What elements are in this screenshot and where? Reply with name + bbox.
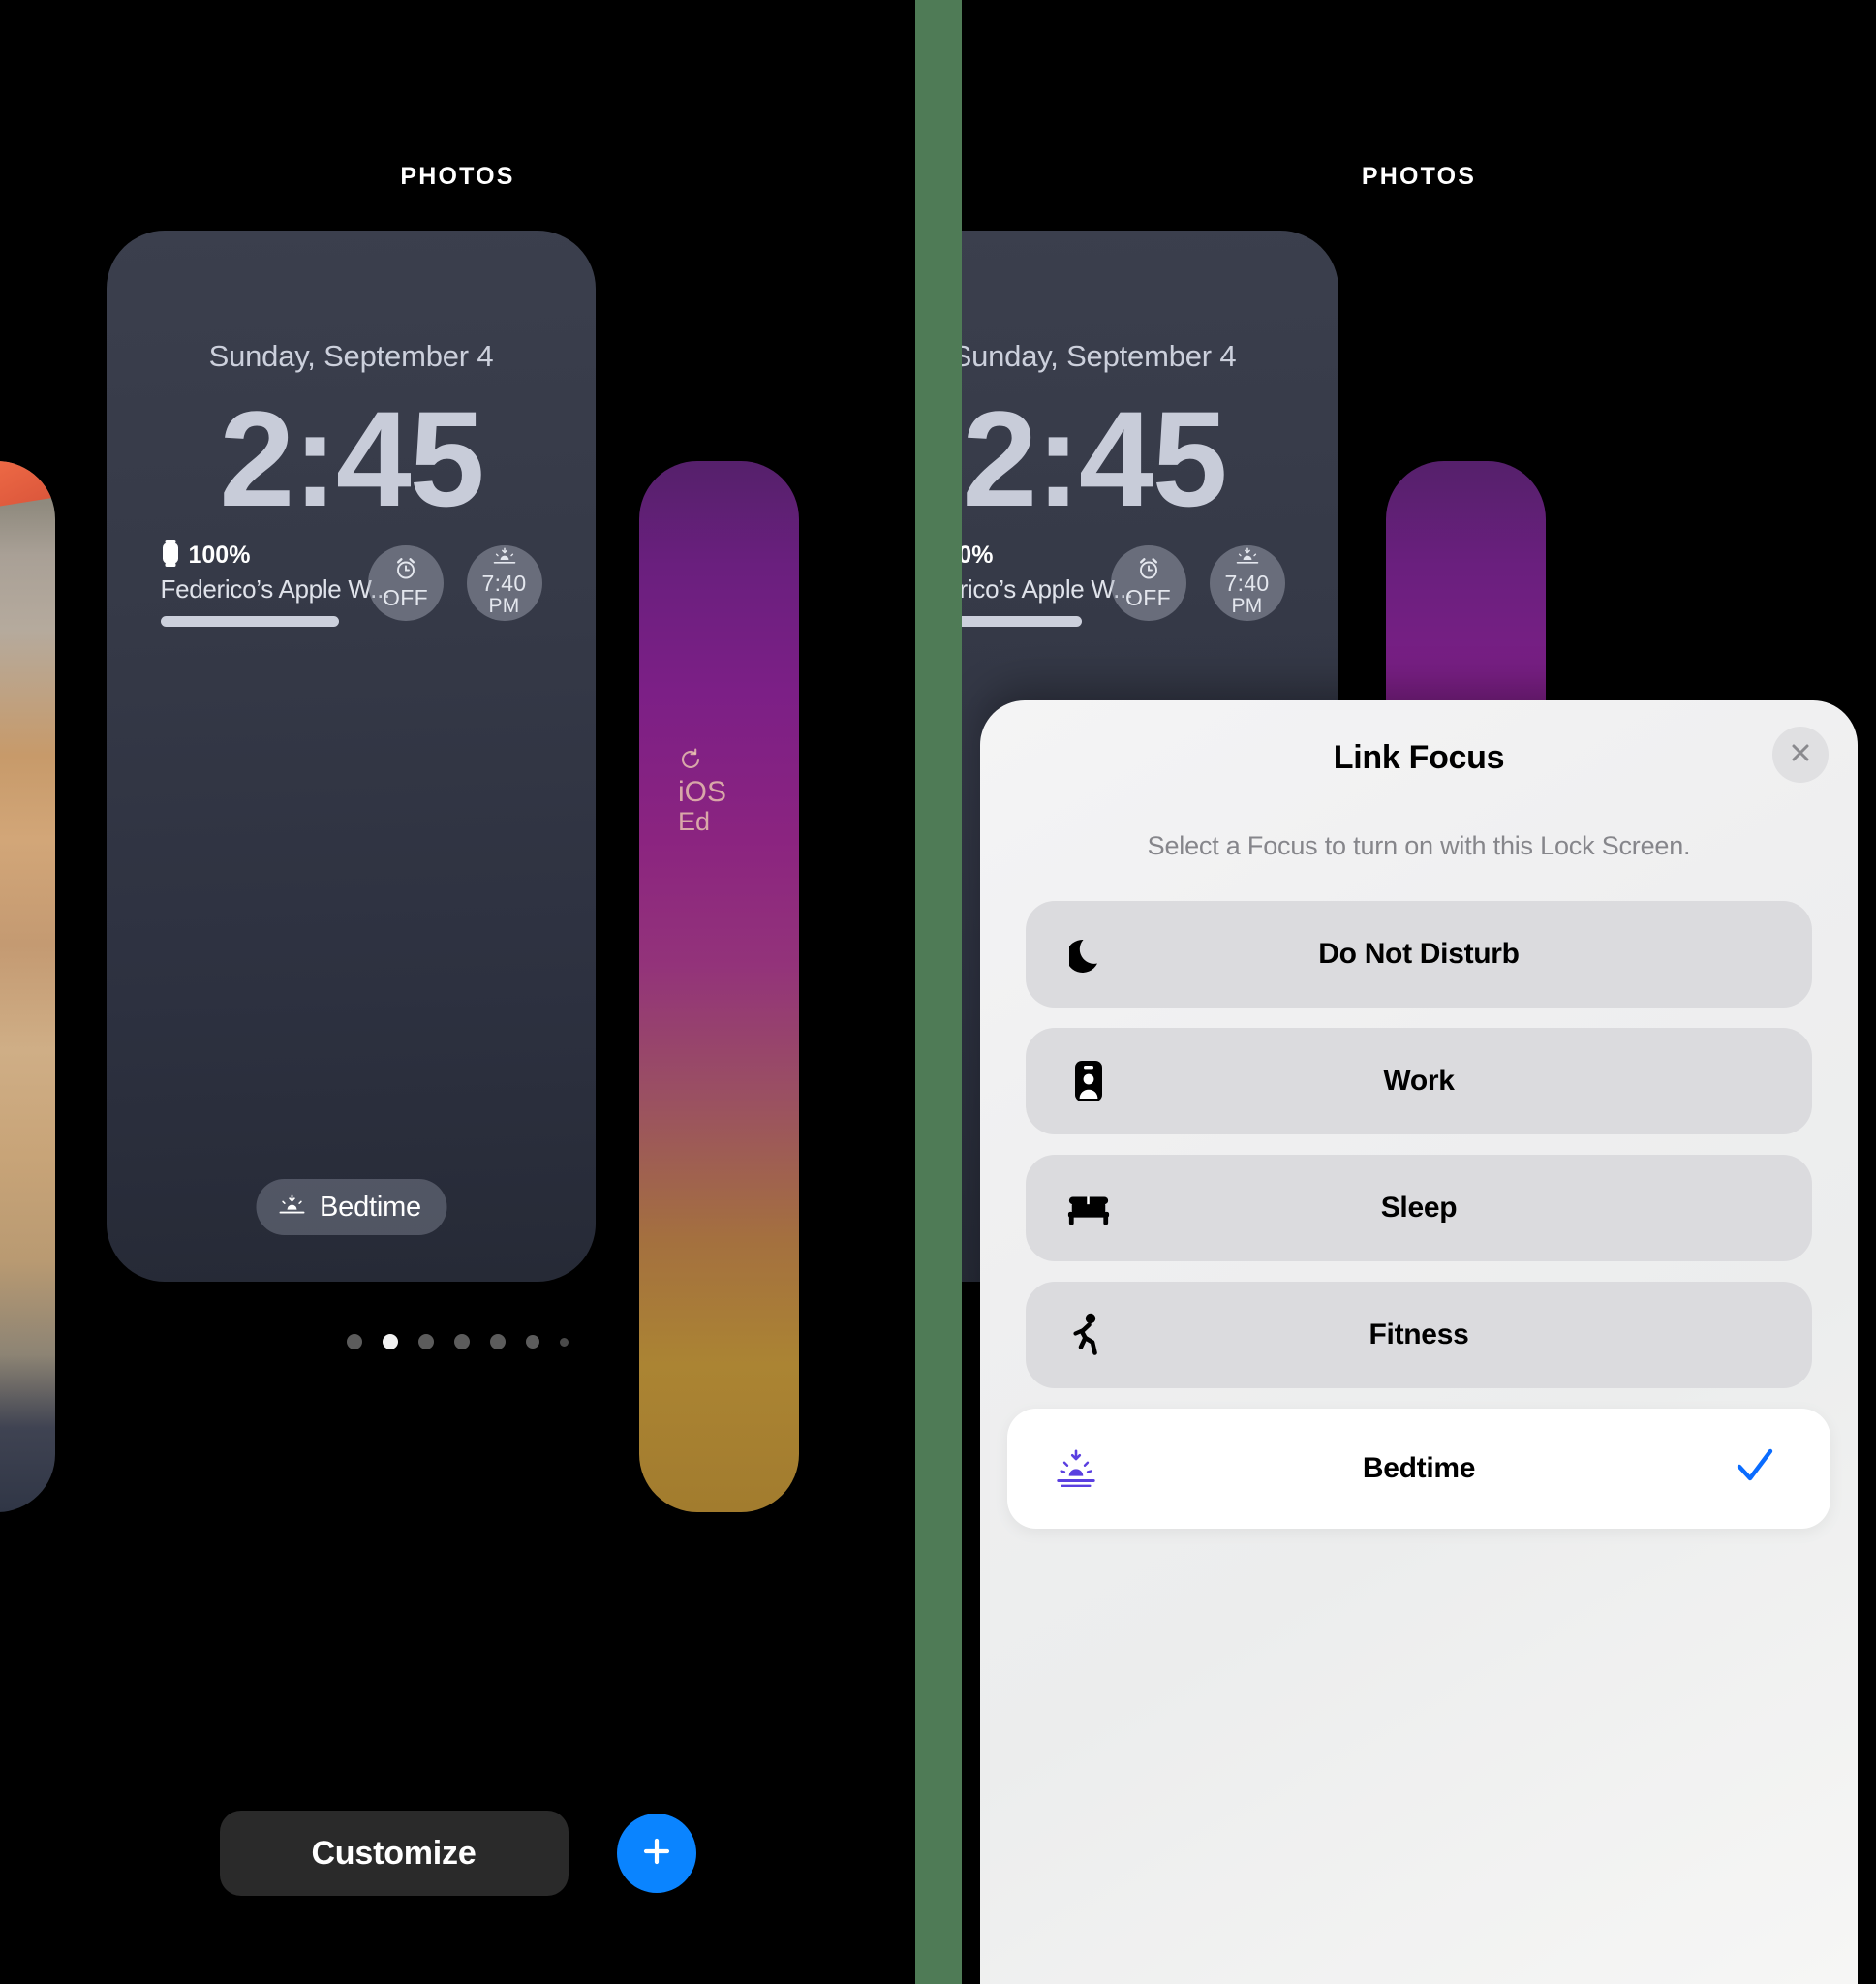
widget-alarm-right[interactable]: OFF xyxy=(1110,544,1186,621)
alarm-clock-icon xyxy=(1136,556,1161,586)
widget-sunset[interactable]: 7:40 PM xyxy=(466,544,542,621)
close-button[interactable] xyxy=(1772,727,1829,783)
close-icon xyxy=(1786,738,1815,772)
screenshot-stage: PHOTOS Sunday, September 4 2:45 100% Fed… xyxy=(0,0,1876,1984)
sunset-icon xyxy=(492,547,517,572)
alarm-state-label: OFF xyxy=(383,584,428,610)
battery-percent-right: 100% xyxy=(962,542,994,569)
lockscreen-date-right: Sunday, September 4 xyxy=(962,339,1237,373)
focus-option-label: Bedtime xyxy=(1362,1452,1476,1484)
focus-option-do-not-disturb[interactable]: Do Not Disturb xyxy=(1026,901,1812,1008)
focus-option-label: Sleep xyxy=(1380,1192,1458,1224)
focus-options-list: Do Not Disturb Work Sleep Fitness Bedtim… xyxy=(980,901,1858,1549)
focus-option-bedtime[interactable]: Bedtime xyxy=(1007,1409,1830,1529)
focus-option-label: Do Not Disturb xyxy=(1318,938,1520,970)
plus-icon xyxy=(637,1832,676,1876)
lockscreen-time: 2:45 xyxy=(219,383,484,535)
widget-alarm[interactable]: OFF xyxy=(367,544,444,621)
link-focus-sheet: Link Focus Select a Focus to turn on wit… xyxy=(980,700,1858,1984)
moon-icon xyxy=(1066,933,1111,976)
focus-option-work[interactable]: Work xyxy=(1026,1028,1812,1134)
battery-level-bar-right xyxy=(962,616,1082,627)
customize-button[interactable]: Customize xyxy=(219,1811,569,1896)
left-panel: PHOTOS Sunday, September 4 2:45 100% Fed… xyxy=(0,0,915,1984)
alarm-clock-icon xyxy=(393,556,418,586)
widget-sunset-right[interactable]: 7:40 PM xyxy=(1209,544,1285,621)
battery-level-bar xyxy=(160,616,339,627)
focus-pill-bedtime[interactable]: Bedtime xyxy=(256,1179,446,1235)
focus-option-label: Fitness xyxy=(1369,1318,1469,1350)
id-badge-icon xyxy=(1066,1059,1111,1103)
lockscreen-time-right: 2:45 xyxy=(962,383,1227,535)
focus-option-fitness[interactable]: Fitness xyxy=(1026,1282,1812,1388)
page-dot-3[interactable] xyxy=(418,1334,434,1349)
alarm-state-label-right: OFF xyxy=(1125,584,1171,610)
sheet-title: Link Focus xyxy=(1333,739,1505,776)
sunset-meridiem: PM xyxy=(488,595,520,618)
apple-watch-icon xyxy=(161,539,180,573)
sheet-subtitle: Select a Focus to turn on with this Lock… xyxy=(1147,831,1691,860)
widget-battery[interactable]: 100% Federico’s Apple W... xyxy=(160,539,391,627)
lock-screen-carousel-left[interactable]: Sunday, September 4 2:45 100% Federico’s… xyxy=(0,231,915,1512)
runner-icon xyxy=(1066,1312,1111,1358)
bottom-action-bar: Customize xyxy=(0,1790,915,1916)
page-dot-4[interactable] xyxy=(454,1334,470,1349)
battery-device-name-right: Federico’s Apple W... xyxy=(962,574,1133,604)
bed-icon xyxy=(1066,1189,1111,1227)
lockscreen-thumbnail-purple[interactable]: iOS Ed xyxy=(639,461,799,1512)
widget-battery-right[interactable]: 100% Federico’s Apple W... xyxy=(962,539,1133,627)
sunset-icon xyxy=(1235,547,1260,572)
add-lockscreen-button[interactable] xyxy=(616,1814,696,1893)
panel-divider xyxy=(915,0,962,1984)
lockscreen-widget-row-right[interactable]: 100% Federico’s Apple W... OFF xyxy=(962,539,1338,627)
battery-device-name: Federico’s Apple W... xyxy=(160,574,391,604)
page-dot-7[interactable] xyxy=(560,1337,569,1347)
sunset-time-right: 7:40 xyxy=(1224,571,1270,597)
battery-percent: 100% xyxy=(188,542,251,569)
page-dot-5[interactable] xyxy=(490,1334,506,1349)
bedtime-icon xyxy=(1054,1446,1098,1491)
lockscreen-date: Sunday, September 4 xyxy=(208,339,494,373)
lockscreen-thumbnail-dog[interactable] xyxy=(0,461,55,1512)
thumbnail-line1: iOS xyxy=(678,775,727,808)
sunset-meridiem-right: PM xyxy=(1231,595,1263,618)
bedtime-icon xyxy=(277,1194,306,1222)
page-title-right: PHOTOS xyxy=(1361,163,1477,190)
focus-option-sleep[interactable]: Sleep xyxy=(1026,1155,1812,1261)
lockscreen-preview-active[interactable]: Sunday, September 4 2:45 100% Federico’s… xyxy=(107,231,596,1282)
page-dot-2[interactable] xyxy=(383,1334,398,1349)
thumbnail-overlay-text: iOS Ed xyxy=(678,747,726,835)
focus-pill-label: Bedtime xyxy=(320,1191,421,1223)
checkmark-icon xyxy=(1734,1445,1776,1493)
thumbnail-line2: Ed xyxy=(678,806,711,836)
focus-option-label: Work xyxy=(1383,1065,1455,1097)
timer-icon xyxy=(678,747,726,777)
sunset-time: 7:40 xyxy=(481,571,527,597)
right-panel: PHOTOS Sunday, September 4 2:45 100% xyxy=(962,0,1876,1984)
page-dot-1[interactable] xyxy=(347,1334,362,1349)
lockscreen-widget-row[interactable]: 100% Federico’s Apple W... OFF 7:40 PM xyxy=(107,539,596,627)
page-indicator[interactable] xyxy=(0,1334,915,1349)
page-title-left: PHOTOS xyxy=(400,163,515,190)
page-dot-6[interactable] xyxy=(526,1335,539,1348)
